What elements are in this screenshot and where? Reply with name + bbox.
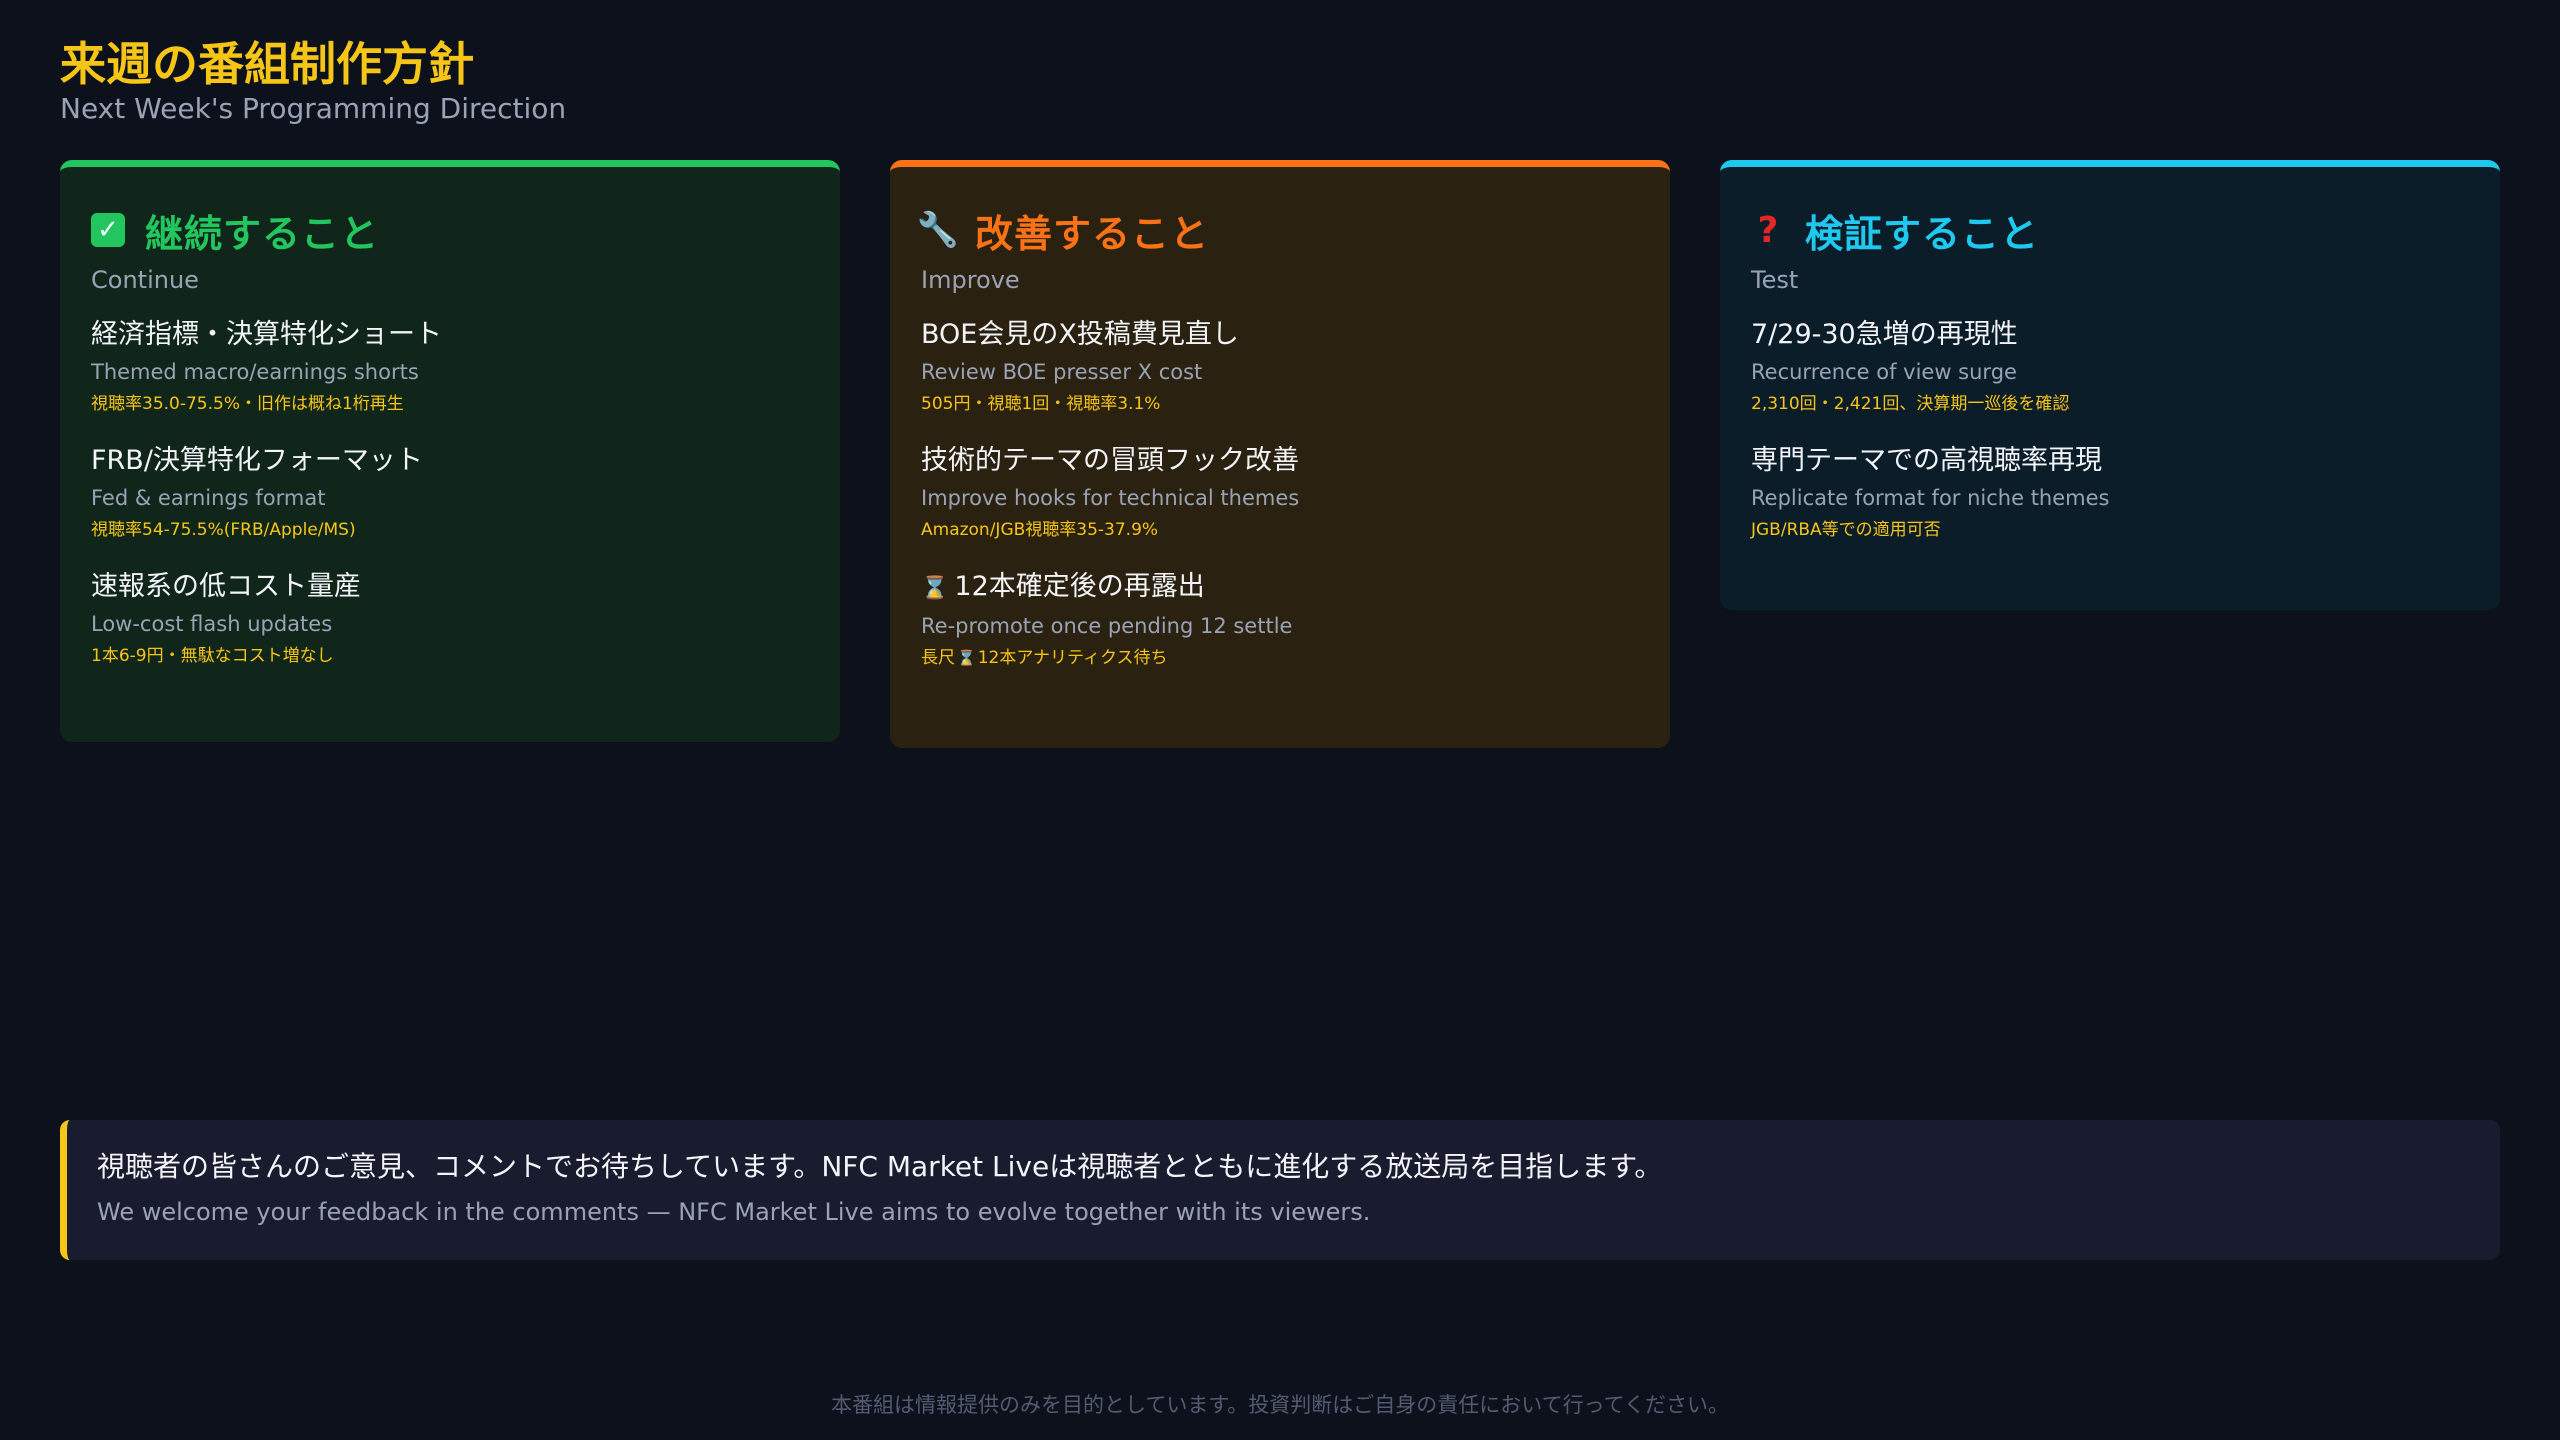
item-description: Review BOE presser X cost (921, 360, 1203, 384)
item-metric: 長尺 ⌛ 12本アナリティクス待ち (921, 645, 1640, 671)
item-description: Replicate format for niche themes (1751, 486, 2110, 510)
item-description: Recurrence of view surge (1751, 360, 2017, 384)
feedback-text-en: We welcome your feedback in the comments… (97, 1198, 1371, 1226)
card-title: 検証すること (1805, 211, 2040, 256)
page-title: 来週の番組制作方針 (60, 37, 474, 91)
item-description: Re-promote once pending 12 settle (921, 614, 1293, 638)
item-title-text: 12本確定後の再露出 (954, 571, 1205, 602)
item-metric-prefix: 長尺 (921, 648, 955, 668)
hourglass-icon: ⌛ (957, 649, 976, 667)
list-item: ⌛ 12本確定後の再露出 Re-promote once pending 12 s… (921, 569, 1640, 671)
wrench-icon: 🔧 (916, 210, 960, 250)
list-item: 専門テーマでの高視聴率再現 Replicate format for niche… (1751, 443, 2470, 543)
feedback-callout: 視聴者の皆さんのご意見、コメントでお待ちしています。NFC Market Liv… (60, 1120, 2500, 1260)
item-metric: 505円・視聴1回・視聴率3.1% (921, 394, 1161, 414)
item-metric: Amazon/JGB視聴率35-37.9% (921, 520, 1159, 540)
item-title: BOE会見のX投稿費見直し (921, 319, 1239, 350)
item-title: 技術的テーマの冒頭フック改善 (921, 445, 1299, 476)
item-metric: 2,310回・2,421回、決算期一巡後を確認 (1751, 394, 2070, 414)
card-continue: ✓ 継続すること Continue 経済指標・決算特化ショート Themed m… (60, 160, 840, 742)
list-item: 経済指標・決算特化ショート Themed macro/earnings shor… (91, 317, 810, 417)
item-description: Improve hooks for technical themes (921, 486, 1300, 510)
card-test: ? 検証すること Test 7/29-30急増の再現性 Recurrence o… (1720, 160, 2500, 610)
card-title: 改善すること (975, 211, 1210, 256)
list-item: 速報系の低コスト量産 Low-cost flash updates 1本6-9円… (91, 569, 810, 669)
item-metric: 1本6-9円・無駄なコスト増なし (91, 646, 334, 666)
list-item: 7/29-30急増の再現性 Recurrence of view surge 2… (1751, 317, 2470, 417)
list-item: FRB/決算特化フォーマット Fed & earnings format 視聴率… (91, 443, 810, 543)
direction-cards: ✓ 継続すること Continue 経済指標・決算特化ショート Themed m… (60, 160, 2500, 748)
item-description: Themed macro/earnings shorts (91, 360, 419, 384)
list-item: 技術的テーマの冒頭フック改善 Improve hooks for technic… (921, 443, 1640, 543)
item-title: 経済指標・決算特化ショート (91, 319, 442, 350)
check-icon: ✓ (91, 213, 125, 247)
disclaimer-footer: 本番組は情報提供のみを目的としています。投資判断はご自身の責任において行ってくだ… (831, 1393, 1729, 1417)
item-metric-suffix: 12本アナリティクス待ち (977, 648, 1168, 668)
item-title: 速報系の低コスト量産 (91, 571, 361, 602)
card-header: 🔧 改善すること (916, 207, 1640, 256)
card-subtitle: Improve (921, 266, 1020, 294)
page-subtitle: Next Week's Programming Direction (60, 92, 567, 125)
card-subtitle: Test (1751, 266, 1799, 294)
card-header: ✓ 継続すること (91, 207, 810, 256)
item-metric: 視聴率54-75.5%(FRB/Apple/MS) (91, 520, 356, 540)
list-item: BOE会見のX投稿費見直し Review BOE presser X cost … (921, 317, 1640, 417)
hourglass-icon: ⌛ (921, 576, 949, 601)
card-title: 継続すること (145, 211, 380, 256)
card-subtitle: Continue (91, 266, 199, 294)
item-title: FRB/決算特化フォーマット (91, 445, 423, 476)
question-icon: ? (1757, 209, 1779, 251)
item-metric: JGB/RBA等での適用可否 (1751, 520, 1941, 540)
item-title: 7/29-30急増の再現性 (1751, 319, 2018, 350)
card-header: ? 検証すること (1751, 207, 2470, 256)
page-header: 来週の番組制作方針 Next Week's Programming Direct… (60, 36, 566, 126)
card-improve: 🔧 改善すること Improve BOE会見のX投稿費見直し Review BO… (890, 160, 1670, 748)
item-description: Low-cost flash updates (91, 612, 333, 636)
feedback-text-jp: 視聴者の皆さんのご意見、コメントでお待ちしています。NFC Market Liv… (97, 1150, 1663, 1183)
item-title: 専門テーマでの高視聴率再現 (1751, 445, 2102, 476)
item-metric: 視聴率35.0-75.5%・旧作は概ね1桁再生 (91, 394, 404, 414)
item-description: Fed & earnings format (91, 486, 326, 510)
item-title: ⌛ 12本確定後の再露出 (921, 569, 1640, 607)
